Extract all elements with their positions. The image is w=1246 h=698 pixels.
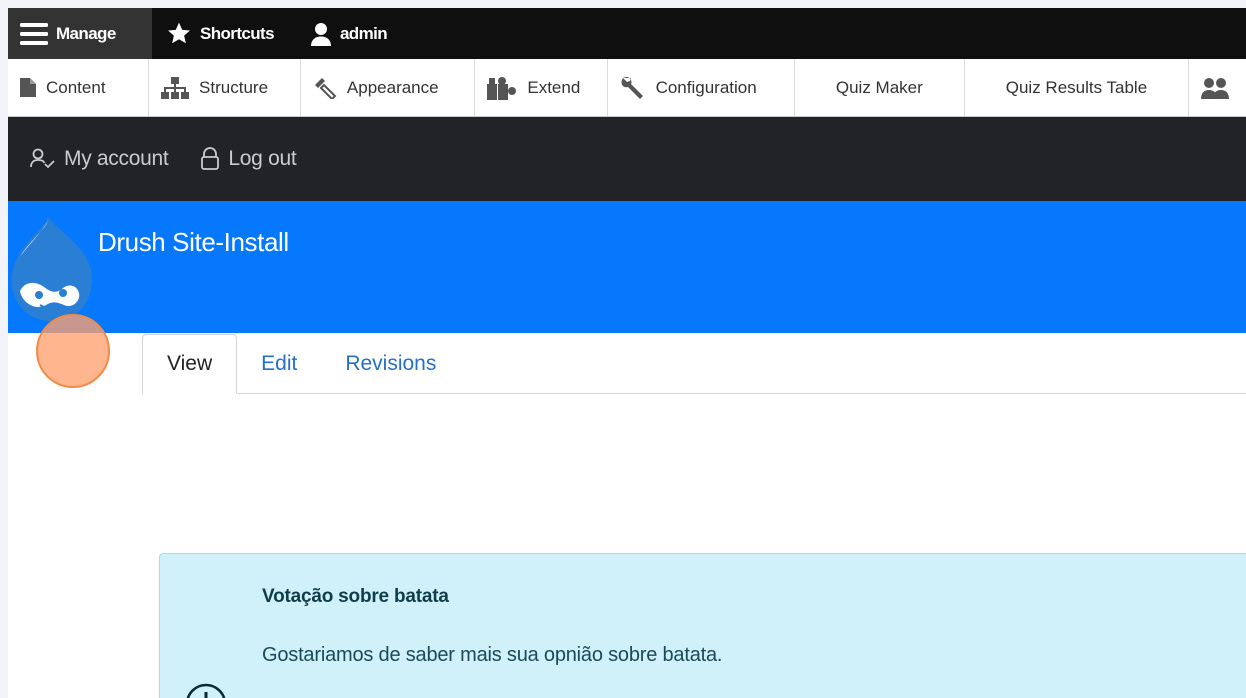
- admin-toolbar: Manage Shortcuts admin: [8, 8, 1246, 59]
- manage-button[interactable]: Manage: [8, 8, 152, 59]
- menu-label: Quiz Results Table: [1005, 77, 1148, 97]
- browser-viewport: Manage Shortcuts admin Content Structure…: [8, 8, 1246, 698]
- click-indicator: [36, 314, 110, 388]
- star-icon: [168, 22, 190, 44]
- menu-item-quiz-results-table[interactable]: Quiz Results Table: [965, 59, 1190, 116]
- message-title: Votação sobre batata: [262, 586, 449, 607]
- shortcuts-button[interactable]: Shortcuts: [152, 8, 288, 59]
- my-account-label: My account: [64, 147, 169, 170]
- menu-item-quiz-maker[interactable]: Quiz Maker: [795, 59, 965, 116]
- log-out-label: Log out: [228, 147, 297, 170]
- tab-edit[interactable]: Edit: [237, 334, 321, 393]
- file-icon: [20, 78, 36, 97]
- menu-item-configuration[interactable]: Configuration: [608, 59, 795, 116]
- admin-menu-tray: Content Structure Appearance Extend Conf…: [8, 59, 1246, 117]
- tab-view[interactable]: View: [142, 334, 238, 394]
- puzzle-icon: [487, 76, 517, 100]
- user-menu-button[interactable]: admin: [288, 8, 401, 59]
- menu-item-appearance[interactable]: Appearance: [301, 59, 476, 116]
- user-label: admin: [339, 23, 388, 43]
- site-name[interactable]: Drush Site-Install: [98, 227, 289, 258]
- status-message: Votação sobre batata Gostariamos de sabe…: [159, 553, 1246, 698]
- manage-label: Manage: [56, 23, 116, 43]
- my-account-link[interactable]: My account: [30, 147, 169, 171]
- menu-label: Extend: [527, 77, 581, 97]
- site-header: Drush Site-Install: [8, 201, 1246, 333]
- people-icon: [1201, 77, 1230, 99]
- shortcuts-label: Shortcuts: [200, 23, 275, 43]
- menu-label: Quiz Maker: [835, 77, 923, 97]
- user-check-icon: [30, 148, 55, 169]
- menu-item-content[interactable]: Content: [8, 59, 150, 116]
- wrench-icon: [621, 76, 643, 99]
- menu-label: Content: [46, 77, 106, 97]
- menu-item-people[interactable]: [1189, 59, 1246, 116]
- drupal-logo[interactable]: [8, 217, 94, 325]
- local-tasks: View Edit Revisions: [142, 334, 1246, 394]
- account-menu: My account Log out: [8, 117, 1246, 201]
- menu-item-extend[interactable]: Extend: [475, 59, 608, 116]
- sitemap-icon: [161, 76, 190, 99]
- menu-label: Appearance: [346, 77, 439, 97]
- log-out-link[interactable]: Log out: [200, 147, 297, 171]
- hamburger-icon: [20, 22, 48, 45]
- menu-item-structure[interactable]: Structure: [149, 59, 301, 116]
- info-icon: [186, 683, 226, 698]
- paintbrush-icon: [314, 77, 337, 99]
- lock-icon: [201, 147, 220, 170]
- tab-revisions[interactable]: Revisions: [321, 334, 460, 393]
- menu-label: Configuration: [655, 77, 757, 97]
- message-text: Gostariamos de saber mais sua opnião sob…: [262, 644, 723, 666]
- menu-label: Structure: [199, 77, 269, 97]
- person-icon: [310, 22, 331, 46]
